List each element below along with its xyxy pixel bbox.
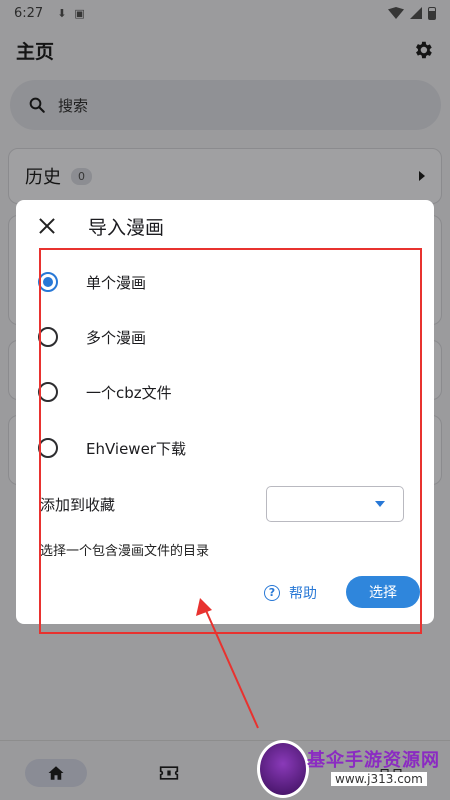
watermark-title: 基伞手游资源网: [307, 750, 440, 771]
annotation-arrow-icon: [196, 598, 259, 729]
watermark-logo-icon: [257, 740, 309, 798]
watermark-url: www.j313.com: [331, 772, 427, 786]
watermark: 基伞手游资源网 www.j313.com: [255, 740, 450, 800]
